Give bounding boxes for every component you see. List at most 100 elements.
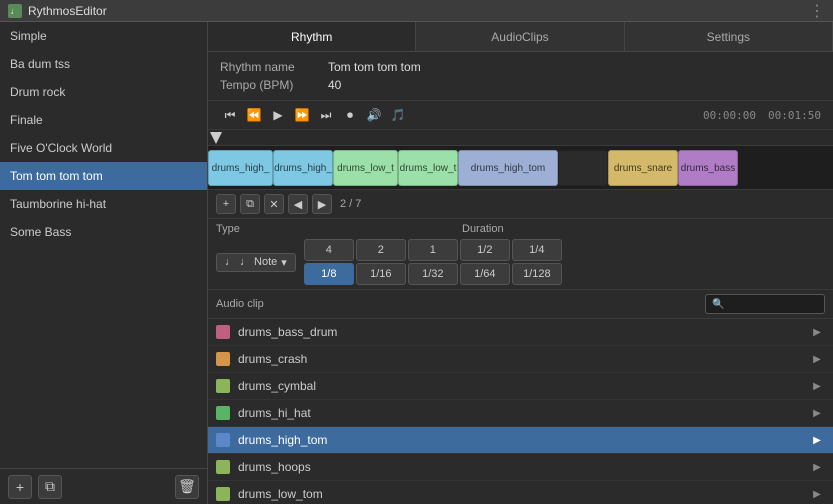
audio-item-name-cymbal: drums_cymbal — [238, 379, 801, 393]
audio-section: Audio clip 🔍 drums_bass_drum▶drums_crash… — [208, 290, 833, 504]
duration-btn-1_64[interactable]: 1/64 — [460, 263, 510, 285]
time-end: 00:01:50 — [768, 109, 821, 122]
audio-play-btn-hi_hat[interactable]: ▶ — [809, 405, 825, 421]
timeline-clip-c8[interactable]: drums_bass — [678, 150, 738, 186]
duration-btn-1_32[interactable]: 1/32 — [408, 263, 458, 285]
add-rhythm-button[interactable]: + — [8, 475, 32, 499]
sidebar-item-somebass[interactable]: Some Bass — [0, 218, 207, 246]
sidebar-item-tomtom[interactable]: Tom tom tom tom — [0, 162, 207, 190]
delete-rhythm-button[interactable]: 🗑 — [175, 475, 199, 499]
volume-button[interactable]: 🔊 — [364, 105, 384, 125]
step-forward-button[interactable]: ⏩ — [292, 105, 312, 125]
timeline-clip-c4[interactable]: drums_low_t — [398, 150, 458, 186]
duration-btn-1_16[interactable]: 1/16 — [356, 263, 406, 285]
duration-btn-1_2[interactable]: 1/2 — [460, 239, 510, 261]
add-step-button[interactable]: + — [216, 194, 236, 214]
audio-item-name-bass_drum: drums_bass_drum — [238, 325, 801, 339]
prev-step-button[interactable]: ◀ — [288, 194, 308, 214]
timeline: drums_high_drums_high_drums_low_tdrums_l… — [208, 130, 833, 190]
content-area: Rhythm AudioClips Settings Rhythm name T… — [208, 22, 833, 504]
timeline-clip-c5[interactable]: drums_high_tom — [458, 150, 558, 186]
search-box[interactable]: 🔍 — [705, 294, 825, 314]
step-back-button[interactable]: ⏪ — [244, 105, 264, 125]
transport-bar: ⏮ ⏪ ▶ ⏩ ⏭ ⏺ 🔊 🎵 00:00:00 00:01:50 — [208, 101, 833, 130]
skip-end-button[interactable]: ⏭ — [316, 105, 336, 125]
audio-item-name-hoops: drums_hoops — [238, 460, 801, 474]
rhythm-tempo-label: Tempo (BPM) — [220, 78, 320, 92]
audio-play-btn-crash[interactable]: ▶ — [809, 351, 825, 367]
timeline-clips: drums_high_drums_high_drums_low_tdrums_l… — [208, 146, 833, 190]
note-label: ♩ Note — [240, 256, 277, 268]
sidebar-item-badum[interactable]: Ba dum tss — [0, 50, 207, 78]
timeline-clip-c3[interactable]: drums_low_t — [333, 150, 398, 186]
tab-audioclips[interactable]: AudioClips — [416, 22, 624, 51]
sidebar-item-finale[interactable]: Finale — [0, 106, 207, 134]
duration-btn-1_128[interactable]: 1/128 — [512, 263, 562, 285]
sidebar-item-fiveoclock[interactable]: Five O'Clock World — [0, 134, 207, 162]
audio-item-low_tom[interactable]: drums_low_tom▶ — [208, 481, 833, 504]
audio-play-btn-low_tom[interactable]: ▶ — [809, 486, 825, 502]
audio-item-color-hi_hat — [216, 406, 230, 420]
note-duration-row: ♩ ♩ Note ▾ 4211/21/4 1/81/161/321/641/128 — [216, 239, 825, 285]
note-dropdown-icon: ▾ — [281, 256, 287, 269]
audio-item-color-crash — [216, 352, 230, 366]
rhythm-name-value: Tom tom tom tom — [328, 60, 421, 74]
audio-item-color-low_tom — [216, 487, 230, 501]
timeline-clip-c1[interactable]: drums_high_ — [208, 150, 273, 186]
tab-rhythm[interactable]: Rhythm — [208, 22, 416, 51]
audio-play-btn-high_tom[interactable]: ▶ — [809, 432, 825, 448]
tune-button[interactable]: 🎵 — [388, 105, 408, 125]
duration-btn-1_8[interactable]: 1/8 — [304, 263, 354, 285]
duration-btn-1_4[interactable]: 1/4 — [512, 239, 562, 261]
audio-item-cymbal[interactable]: drums_cymbal ▶ — [208, 373, 833, 400]
audio-item-bass_drum[interactable]: drums_bass_drum ▶ — [208, 319, 833, 346]
rhythm-section: Rhythm name Tom tom tom tom Tempo (BPM) … — [208, 52, 833, 101]
insert-step-button[interactable]: ⧉ — [240, 194, 260, 214]
next-step-button[interactable]: ▶ — [312, 194, 332, 214]
audio-header: Audio clip 🔍 — [208, 290, 833, 319]
tabs-bar: Rhythm AudioClips Settings — [208, 22, 833, 52]
timeline-clip-c6[interactable] — [558, 150, 608, 186]
audio-list: drums_bass_drum▶drums_crash▶drums_cymbal… — [208, 319, 833, 504]
note-icon: ♩ — [225, 256, 236, 268]
type-label: Type — [216, 223, 296, 235]
time-start: 00:00:00 — [703, 109, 756, 122]
duration-btn-2[interactable]: 2 — [356, 239, 406, 261]
skip-start-button[interactable]: ⏮ — [220, 105, 240, 125]
audio-item-color-cymbal — [216, 379, 230, 393]
delete-step-button[interactable]: ✕ — [264, 194, 284, 214]
sidebar-item-simple[interactable]: Simple — [0, 22, 207, 50]
sidebar: SimpleBa dum tssDrum rockFinaleFive O'Cl… — [0, 22, 208, 504]
tab-settings[interactable]: Settings — [625, 22, 833, 51]
title-bar-left: ♩ RythmosEditor — [8, 4, 107, 18]
timeline-clip-c7[interactable]: drums_snare — [608, 150, 678, 186]
sidebar-item-taumborine[interactable]: Taumborine hi-hat — [0, 190, 207, 218]
audio-play-btn-cymbal[interactable]: ▶ — [809, 378, 825, 394]
timeline-ruler — [208, 130, 833, 146]
audio-item-name-high_tom: drums_high_tom — [238, 433, 801, 447]
timeline-clip-c2[interactable]: drums_high_ — [273, 150, 333, 186]
duration-section: Type Duration ♩ ♩ Note ▾ 4211/21/41/81/1… — [208, 219, 833, 290]
title-bar: ♩ RythmosEditor ⋮ — [0, 0, 833, 22]
audio-play-btn-bass_drum[interactable]: ▶ — [809, 324, 825, 340]
sidebar-footer: + ⧉ 🗑 — [0, 468, 207, 504]
transport-time: 00:00:00 00:01:50 — [703, 109, 821, 122]
note-type-button[interactable]: ♩ ♩ Note ▾ — [216, 253, 296, 272]
rhythm-name-label: Rhythm name — [220, 60, 320, 74]
audio-item-crash[interactable]: drums_crash▶ — [208, 346, 833, 373]
record-button[interactable]: ⏺ — [340, 105, 360, 125]
play-button[interactable]: ▶ — [268, 105, 288, 125]
playhead-marker[interactable] — [210, 132, 222, 144]
folder-button[interactable]: ⧉ — [38, 475, 62, 499]
step-counter: 2 / 7 — [340, 198, 361, 210]
sidebar-item-drumrock[interactable]: Drum rock — [0, 78, 207, 106]
rhythm-name-row: Rhythm name Tom tom tom tom — [220, 60, 821, 74]
audio-item-high_tom[interactable]: drums_high_tom ▶ — [208, 427, 833, 454]
audio-item-hoops[interactable]: drums_hoops ▶ — [208, 454, 833, 481]
duration-btn-4[interactable]: 4 — [304, 239, 354, 261]
audio-play-btn-hoops[interactable]: ▶ — [809, 459, 825, 475]
title-menu-icon[interactable]: ⋮ — [809, 1, 825, 21]
duration-label: Duration — [462, 223, 504, 235]
duration-btn-1[interactable]: 1 — [408, 239, 458, 261]
audio-item-hi_hat[interactable]: drums_hi_hat▶ — [208, 400, 833, 427]
